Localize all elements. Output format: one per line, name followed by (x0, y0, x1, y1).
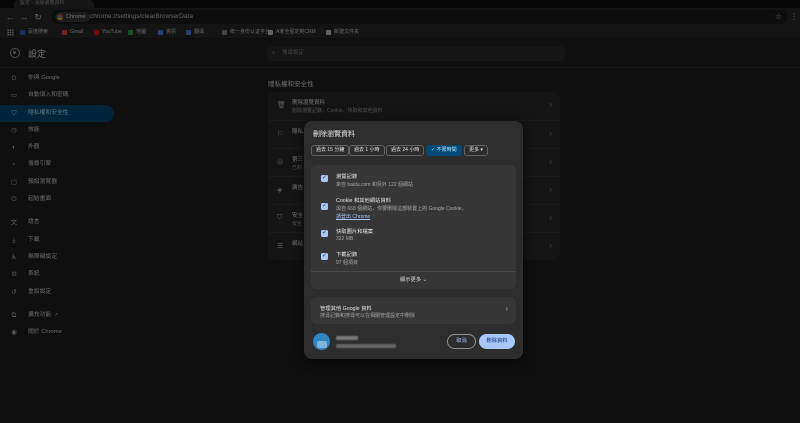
delete-data-button[interactable]: 刪除資料 (479, 334, 515, 349)
time-range-chips: 過去 15 分鐘 過去 1 小時 過去 24 小時 ✓ 不限時間 更多 ▾ (311, 145, 516, 156)
account-name-redacted (336, 336, 358, 340)
chevron-right-icon: › (505, 304, 508, 313)
chip-15-minutes[interactable]: 過去 15 分鐘 (311, 145, 350, 156)
chevron-down-icon: ▾ (479, 147, 483, 153)
checkbox-downloads[interactable]: ✓ (321, 253, 328, 260)
checkbox-cache[interactable]: ✓ (321, 230, 328, 237)
checkbox-cookies[interactable]: ✓ (321, 203, 328, 210)
dialog-title: 刪除瀏覽資料 (313, 131, 355, 138)
chevron-down-icon: ⌄ (421, 277, 428, 283)
divider (311, 271, 516, 272)
chip-24-hours[interactable]: 過去 24 小時 (386, 145, 425, 156)
manage-google-data-row[interactable]: 管理其他 Google 資料 搜尋記錄和搜尋可以在相關管理設定中刪除 › (311, 297, 516, 324)
clear-browsing-data-dialog: 刪除瀏覽資料 過去 15 分鐘 過去 1 小時 過去 24 小時 ✓ 不限時間 … (304, 121, 523, 359)
sign-out-link[interactable]: 請登出 Chrome (336, 214, 370, 220)
show-more-button[interactable]: 顯示更多 ⌄ (311, 275, 516, 283)
checkbox-history[interactable]: ✓ (321, 175, 328, 182)
data-types-panel: ✓ 瀏覽記錄 來自 baidu.com 和另外 122 個網站 ✓ Cookie… (311, 165, 516, 289)
avatar (313, 333, 330, 350)
chip-all-time[interactable]: ✓ 不限時間 (426, 145, 462, 156)
account-email-redacted (336, 344, 396, 348)
cancel-button[interactable]: 取消 (447, 334, 476, 349)
chip-1-hour[interactable]: 過去 1 小時 (349, 145, 385, 156)
chip-more[interactable]: 更多 ▾ (464, 145, 488, 156)
